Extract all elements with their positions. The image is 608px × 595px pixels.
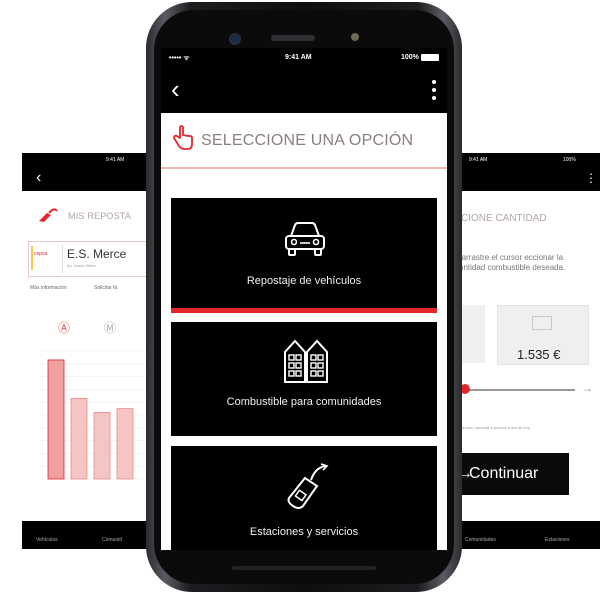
page-header: SELECCIONE UNA OPCIÓN <box>161 113 447 169</box>
option-community-fuel[interactable]: Combustible para comunidades <box>171 322 437 436</box>
option-community-fuel-label: Combustible para comunidades <box>226 396 382 408</box>
amount-value: 1.535 € <box>517 347 561 362</box>
fuel-nozzle-icon <box>287 463 329 509</box>
station-divider <box>62 245 63 273</box>
station-marker <box>31 246 33 270</box>
option-vehicle-refuel[interactable]: Repostaje de vehículos <box>171 198 437 313</box>
chart-bar-4 <box>116 408 134 480</box>
chart-bar-2 <box>70 397 88 480</box>
left-title: MIS REPOSTA <box>68 211 132 221</box>
status-time: 9:41 AM <box>285 54 312 61</box>
page-title: SELECCIONE UNA OPCIÓN <box>201 132 414 149</box>
request-link[interactable]: Solicitar fa <box>94 285 117 291</box>
battery-icon <box>421 54 439 61</box>
left-station-card[interactable]: cepsa E.S. Merce Av. Castro Brins <box>28 241 150 277</box>
station-name: E.S. Merce <box>67 247 127 261</box>
tab-stations[interactable]: Estaciones <box>545 537 569 543</box>
left-title-row: MIS REPOSTA <box>22 197 150 237</box>
left-nav-bar: ‹ <box>22 167 150 191</box>
right-title: CIONE CANTIDAD <box>461 213 547 224</box>
chart-bar-3 <box>93 412 111 480</box>
chart-bar-1 <box>47 359 65 480</box>
left-status-bar: 9:41 AM <box>22 153 150 167</box>
right-nav-bar: ⋮ <box>455 167 600 191</box>
right-menu-icon[interactable]: ⋮ <box>585 171 597 185</box>
right-instructions: r, arrastre el cursor eccionar la cantid… <box>455 253 566 272</box>
option-vehicle-refuel-label: Repostaje de vehículos <box>246 275 362 287</box>
option-stations-services-label: Estaciones y servicios <box>249 526 359 538</box>
left-tab-bar: Vehículos Comunid <box>22 521 150 549</box>
battery-percent: 100% <box>401 54 419 61</box>
right-status-time: 9:41 AM <box>469 157 488 163</box>
continue-button[interactable]: → Continuar <box>455 453 569 495</box>
quantity-slider-track[interactable] <box>455 389 575 391</box>
buildings-icon <box>284 339 328 383</box>
status-bar: ••••• ᯤ 9:41 AM 100% <box>161 48 447 68</box>
left-actions-row: Más información Solicitar fa <box>22 281 150 309</box>
home-indicator <box>232 566 376 570</box>
filter-m[interactable]: Ⓜ <box>104 319 116 336</box>
tab-communities-right[interactable]: Comunidades <box>465 537 496 543</box>
consumption-bar-chart <box>40 350 150 480</box>
left-back-icon[interactable]: ‹ <box>36 169 41 187</box>
left-status-time: 9:41 AM <box>106 157 125 163</box>
fuel-hose-icon <box>39 208 58 222</box>
front-camera <box>229 33 241 45</box>
right-tab-bar: Comunidades Estaciones <box>455 521 600 549</box>
station-brand: cepsa <box>34 251 48 257</box>
carrier-signal: ••••• ᯤ <box>169 55 190 62</box>
continue-label: Continuar <box>469 465 539 482</box>
left-filters: Ⓐ Ⓜ <box>22 317 150 339</box>
center-phone-screen: ••••• ᯤ 9:41 AM 100% ‹ SELECCIONE UNA OP… <box>161 48 447 550</box>
proximity-sensor <box>351 33 359 41</box>
selected-indicator <box>171 308 437 313</box>
speaker-grille <box>271 35 315 41</box>
right-status-battery: 100% <box>563 157 576 163</box>
tab-communities[interactable]: Comunid <box>102 537 122 543</box>
right-note: encia esto opcional a precios a día de h… <box>455 425 531 430</box>
right-status-bar: 9:41 AM 100% <box>455 153 600 167</box>
car-icon <box>285 222 325 256</box>
nav-bar: ‹ <box>161 68 447 113</box>
amount-option-icon <box>532 316 552 330</box>
pointing-hand-icon <box>173 125 193 150</box>
more-options-icon[interactable] <box>429 78 439 104</box>
tab-vehicles[interactable]: Vehículos <box>36 537 58 543</box>
left-phone-screen: 9:41 AM ‹ MIS REPOSTA cepsa E.S. Merce A… <box>22 153 150 549</box>
more-info-link[interactable]: Más información <box>30 285 67 291</box>
option-stations-services[interactable]: Estaciones y servicios <box>171 446 437 550</box>
station-address: Av. Castro Brins <box>67 263 96 268</box>
slider-arrow-icon: → <box>581 381 593 395</box>
right-phone-screen: 9:41 AM 100% ⋮ CIONE CANTIDAD r, arrastr… <box>455 153 600 549</box>
back-button[interactable]: ‹ <box>171 74 180 104</box>
filter-a[interactable]: Ⓐ <box>58 319 70 336</box>
